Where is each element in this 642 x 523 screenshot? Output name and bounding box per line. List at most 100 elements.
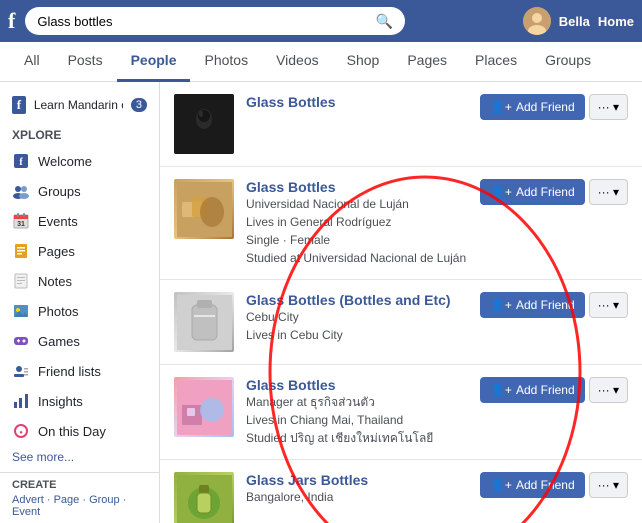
sidebar-section-xplore: XPLORE	[0, 120, 159, 146]
result-thumb-2	[174, 179, 234, 239]
notes-icon	[12, 272, 30, 290]
sidebar-item-insights[interactable]: Insights	[0, 386, 159, 416]
result-item: Glass Bottles (Bottles and Etc) Cebu Cit…	[160, 280, 642, 365]
avatar	[523, 7, 551, 35]
add-friend-btn-2[interactable]: 👤+ Add Friend	[480, 179, 585, 205]
result-item: Glass Bottles Universidad Nacional de Lu…	[160, 167, 642, 280]
sidebar-item-groups[interactable]: Groups	[0, 176, 159, 206]
result-item: Glass Bottles Manager at ธุรกิจส่วนตัว L…	[160, 365, 642, 460]
more-btn-4[interactable]: ··· ▾	[589, 377, 628, 403]
result-thumb-1	[174, 94, 234, 154]
add-friend-icon-2: 👤+	[490, 185, 512, 199]
create-links: Advert · Page · Group · Event	[12, 494, 147, 518]
more-btn-5[interactable]: ··· ▾	[589, 472, 628, 498]
tab-people[interactable]: People	[117, 42, 191, 82]
create-page-link[interactable]: Page	[54, 494, 80, 506]
tab-pages[interactable]: Pages	[393, 42, 461, 82]
pages-icon	[12, 242, 30, 260]
sidebar-label-games: Games	[38, 334, 80, 349]
sidebar-item-on-this-day[interactable]: ● On this Day	[0, 416, 159, 446]
result-actions-3: 👤+ Add Friend ··· ▾	[480, 292, 628, 318]
search-button[interactable]: 🔍	[376, 13, 393, 30]
create-advert-link[interactable]: Advert	[12, 494, 44, 506]
tab-shop[interactable]: Shop	[333, 42, 394, 82]
result-thumb-5	[174, 472, 234, 523]
sidebar-item-mandarin[interactable]: f Learn Mandarin onli... 3	[0, 90, 159, 120]
result-info-3: Glass Bottles (Bottles and Etc) Cebu Cit…	[246, 292, 468, 344]
sidebar-create: CREATE Advert · Page · Group · Event	[0, 472, 159, 523]
result-name-5[interactable]: Glass Jars Bottles	[246, 472, 468, 488]
top-bar: f 🔍 Bella Home	[0, 0, 642, 42]
result-detail-3: Cebu City Lives in Cebu City	[246, 308, 468, 344]
result-detail-4: Manager at ธุรกิจส่วนตัว Lives in Chiang…	[246, 393, 468, 447]
create-label: CREATE	[12, 479, 147, 491]
sidebar: f Learn Mandarin onli... 3 XPLORE f Welc…	[0, 82, 160, 523]
add-friend-icon-3: 👤+	[490, 298, 512, 312]
tab-all[interactable]: All	[10, 42, 54, 82]
on-this-day-icon: ●	[12, 422, 30, 440]
sidebar-item-photos[interactable]: Photos	[0, 296, 159, 326]
result-actions-2: 👤+ Add Friend ··· ▾	[480, 179, 628, 205]
layout: f Learn Mandarin onli... 3 XPLORE f Welc…	[0, 82, 642, 523]
search-input[interactable]	[37, 14, 370, 29]
more-btn-1[interactable]: ··· ▾	[589, 94, 628, 120]
groups-icon	[12, 182, 30, 200]
sidebar-label-photos: Photos	[38, 304, 78, 319]
result-actions-4: 👤+ Add Friend ··· ▾	[480, 377, 628, 403]
more-btn-3[interactable]: ··· ▾	[589, 292, 628, 318]
sidebar-label-events: Events	[38, 214, 78, 229]
sidebar-label-groups: Groups	[38, 184, 81, 199]
sidebar-item-friend-lists[interactable]: Friend lists	[0, 356, 159, 386]
events-icon: 31	[12, 212, 30, 230]
tab-places[interactable]: Places	[461, 42, 531, 82]
mandarin-icon: f	[12, 96, 26, 114]
result-thumb-3	[174, 292, 234, 352]
sidebar-item-welcome[interactable]: f Welcome	[0, 146, 159, 176]
create-group-link[interactable]: Group	[89, 494, 120, 506]
result-name-2[interactable]: Glass Bottles	[246, 179, 468, 195]
tab-groups[interactable]: Groups	[531, 42, 605, 82]
friend-lists-icon	[12, 362, 30, 380]
result-info-1: Glass Bottles	[246, 94, 468, 110]
top-right-actions: Bella Home	[523, 7, 634, 35]
sidebar-badge: 3	[131, 98, 147, 112]
result-detail-2: Universidad Nacional de Luján Lives in G…	[246, 195, 468, 267]
add-friend-icon-4: 👤+	[490, 383, 512, 397]
add-friend-btn-4[interactable]: 👤+ Add Friend	[480, 377, 585, 403]
insights-icon	[12, 392, 30, 410]
result-detail-5: Bangalore, India	[246, 488, 468, 506]
result-name-4[interactable]: Glass Bottles	[246, 377, 468, 393]
result-info-2: Glass Bottles Universidad Nacional de Lu…	[246, 179, 468, 267]
sidebar-label-notes: Notes	[38, 274, 72, 289]
sidebar-label-on-this-day: On this Day	[38, 424, 106, 439]
sidebar-item-notes[interactable]: Notes	[0, 266, 159, 296]
add-friend-btn-3[interactable]: 👤+ Add Friend	[480, 292, 585, 318]
search-bar: 🔍	[25, 7, 405, 35]
fb-logo: f	[8, 10, 15, 32]
result-name-3[interactable]: Glass Bottles (Bottles and Etc)	[246, 292, 468, 308]
sidebar-see-more[interactable]: See more...	[0, 446, 159, 468]
svg-text:●: ●	[19, 430, 23, 436]
result-name-1[interactable]: Glass Bottles	[246, 94, 468, 110]
sidebar-item-games[interactable]: Games	[0, 326, 159, 356]
welcome-icon: f	[12, 152, 30, 170]
sidebar-item-events[interactable]: 31 Events	[0, 206, 159, 236]
result-info-4: Glass Bottles Manager at ธุรกิจส่วนตัว L…	[246, 377, 468, 447]
add-friend-btn-5[interactable]: 👤+ Add Friend	[480, 472, 585, 498]
result-actions-1: 👤+ Add Friend ··· ▾	[480, 94, 628, 120]
result-actions-5: 👤+ Add Friend ··· ▾	[480, 472, 628, 498]
tab-videos[interactable]: Videos	[262, 42, 333, 82]
tab-photos[interactable]: Photos	[190, 42, 262, 82]
more-btn-2[interactable]: ··· ▾	[589, 179, 628, 205]
add-friend-icon-1: 👤+	[490, 100, 512, 114]
sidebar-item-pages[interactable]: Pages	[0, 236, 159, 266]
result-thumb-4	[174, 377, 234, 437]
sidebar-label-insights: Insights	[38, 394, 83, 409]
add-friend-btn-1[interactable]: 👤+ Add Friend	[480, 94, 585, 120]
sidebar-label-welcome: Welcome	[38, 154, 92, 169]
tab-posts[interactable]: Posts	[54, 42, 117, 82]
sidebar-label-friend-lists: Friend lists	[38, 364, 101, 379]
home-link[interactable]: Home	[598, 14, 634, 29]
nav-tabs: All Posts People Photos Videos Shop Page…	[0, 42, 642, 82]
create-event-link[interactable]: Event	[12, 506, 40, 518]
